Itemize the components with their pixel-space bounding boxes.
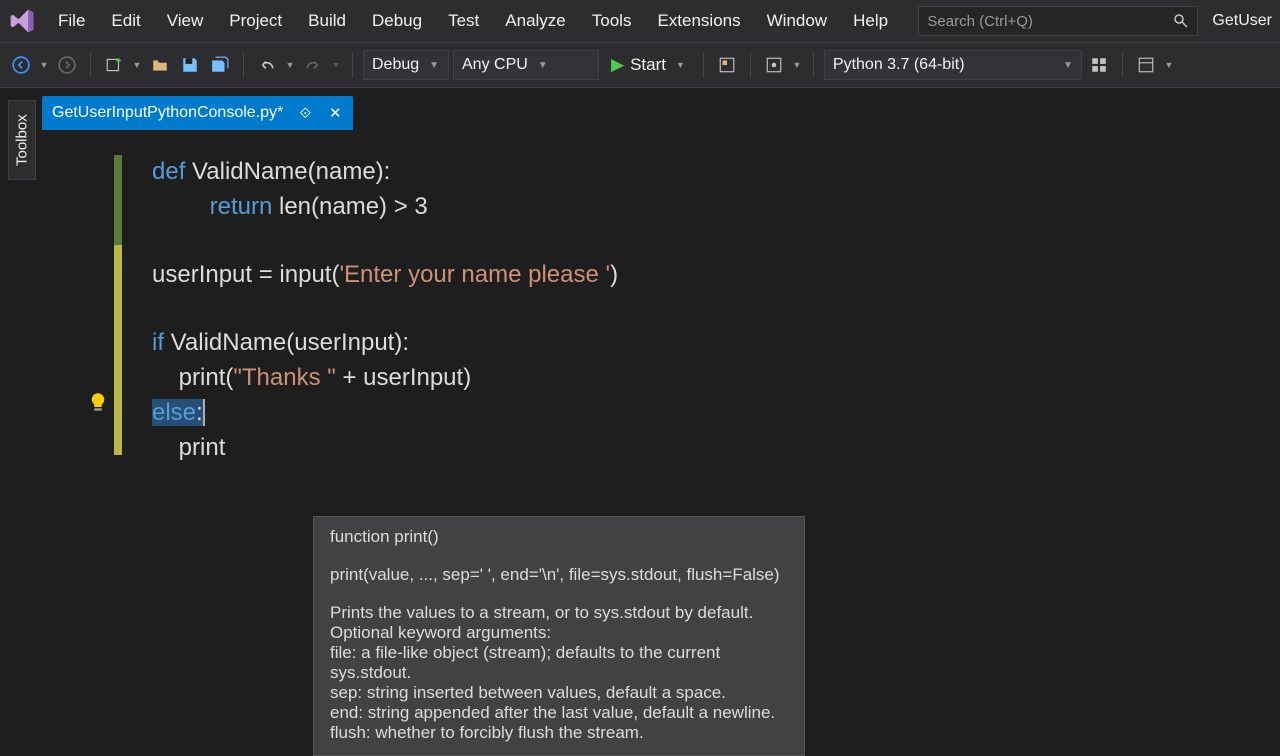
undo-caret[interactable]: ▼ [284, 52, 296, 78]
nav-forward-button[interactable] [54, 52, 80, 78]
start-button[interactable]: ▶ Start ▼ [603, 55, 693, 75]
lightbulb-icon[interactable] [88, 392, 108, 412]
toolbox-panel-tab[interactable]: Toolbox [8, 100, 36, 180]
toolbar: ▼ ▼ ▼ ▼ Debug▼ Any CPU▼ ▶ Start ▼ ▼ Pyth… [0, 42, 1280, 88]
undo-button[interactable] [254, 52, 280, 78]
toolbar-btn-2[interactable] [761, 52, 787, 78]
redo-caret[interactable]: ▼ [330, 52, 342, 78]
toolbar-btn-1[interactable] [714, 52, 740, 78]
menu-extensions[interactable]: Extensions [645, 7, 752, 35]
pin-icon[interactable]: ⟐ [297, 105, 313, 121]
config-dropdown[interactable]: Debug▼ [363, 50, 449, 80]
start-label: Start [630, 55, 666, 75]
toolbar-btn-3[interactable] [1086, 52, 1112, 78]
tooltip-doc-line: end: string appended after the last valu… [330, 703, 788, 723]
menu-test[interactable]: Test [436, 7, 491, 35]
nav-back-caret[interactable]: ▼ [38, 52, 50, 78]
code-editor[interactable]: def ValidName(name): return len(name) > … [42, 130, 1280, 720]
python-env-dropdown[interactable]: Python 3.7 (64-bit)▼ [824, 50, 1082, 80]
search-input[interactable]: Search (Ctrl+Q) [918, 6, 1198, 36]
save-button[interactable] [177, 52, 203, 78]
search-icon [1173, 13, 1189, 29]
menu-build[interactable]: Build [296, 7, 358, 35]
close-icon[interactable]: ✕ [327, 105, 343, 121]
toolbar-btn-4[interactable] [1133, 52, 1159, 78]
user-label: GetUser [1212, 12, 1272, 30]
vs-logo [8, 7, 36, 35]
play-icon: ▶ [611, 55, 624, 75]
tooltip-doc-line: Prints the values to a stream, or to sys… [330, 603, 788, 623]
platform-dropdown[interactable]: Any CPU▼ [453, 50, 599, 80]
open-file-button[interactable] [147, 52, 173, 78]
menu-window[interactable]: Window [755, 7, 839, 35]
menu-bar: File Edit View Project Build Debug Test … [0, 0, 1280, 42]
tooltip-doc-line: sep: string inserted between values, def… [330, 683, 788, 703]
menu-help[interactable]: Help [841, 7, 900, 35]
redo-button[interactable] [300, 52, 326, 78]
nav-back-button[interactable] [8, 52, 34, 78]
menu-debug[interactable]: Debug [360, 7, 434, 35]
platform-value: Any CPU [462, 56, 528, 74]
tab-title: GetUserInputPythonConsole.py* [52, 104, 283, 122]
toolbar-caret-4[interactable]: ▼ [1163, 52, 1175, 78]
python-env-value: Python 3.7 (64-bit) [833, 56, 965, 74]
tooltip-signature-full: print(value, ..., sep=' ', end='\n', fil… [330, 565, 788, 585]
intellisense-tooltip: function print() print(value, ..., sep='… [313, 516, 805, 756]
new-project-button[interactable] [101, 52, 127, 78]
menu-tools[interactable]: Tools [580, 7, 644, 35]
tooltip-doc-line: file: a file-like object (stream); defau… [330, 643, 788, 683]
menu-items: File Edit View Project Build Debug Test … [46, 7, 900, 35]
menu-analyze[interactable]: Analyze [493, 7, 577, 35]
toolbar-caret-2[interactable]: ▼ [791, 52, 803, 78]
tab-active[interactable]: GetUserInputPythonConsole.py* ⟐ ✕ [42, 96, 353, 130]
search-placeholder: Search (Ctrl+Q) [927, 13, 1173, 30]
new-project-caret[interactable]: ▼ [131, 52, 143, 78]
tooltip-doc-line: flush: whether to forcibly flush the str… [330, 723, 788, 743]
tooltip-signature: function print() [330, 527, 788, 547]
tooltip-doc-line: Optional keyword arguments: [330, 623, 788, 643]
tab-strip: GetUserInputPythonConsole.py* ⟐ ✕ [42, 96, 1280, 130]
menu-edit[interactable]: Edit [99, 7, 152, 35]
save-all-button[interactable] [207, 52, 233, 78]
config-value: Debug [372, 56, 419, 74]
menu-file[interactable]: File [46, 7, 97, 35]
menu-view[interactable]: View [155, 7, 216, 35]
menu-project[interactable]: Project [217, 7, 294, 35]
code-content: def ValidName(name): return len(name) > … [152, 155, 1280, 466]
